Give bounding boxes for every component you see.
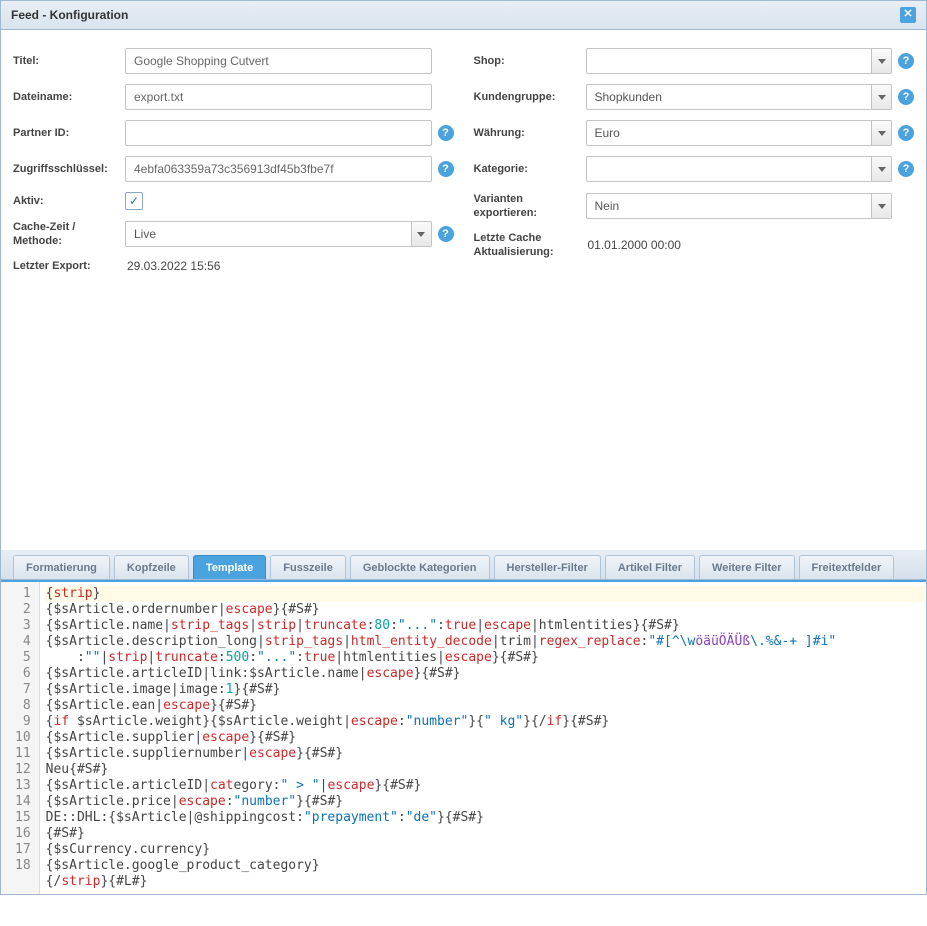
zugriff-input[interactable] <box>125 156 432 182</box>
zugriff-label: Zugriffsschlüssel: <box>13 162 117 176</box>
help-icon[interactable]: ? <box>438 125 454 141</box>
shop-select[interactable] <box>586 48 893 74</box>
help-icon[interactable]: ? <box>898 53 914 69</box>
chevron-down-icon[interactable] <box>871 157 891 181</box>
tab-weitere[interactable]: Weitere Filter <box>699 555 795 579</box>
partner-input[interactable] <box>125 120 432 146</box>
tab-artikel[interactable]: Artikel Filter <box>605 555 695 579</box>
kunden-value: Shopkunden <box>587 90 872 104</box>
aktiv-checkbox[interactable]: ✓ <box>125 192 143 210</box>
editor-gutter: 123456789101112131415161718 <box>1 582 40 894</box>
right-column: Shop: ? Kundengruppe: Shopkunden ? <box>474 48 915 546</box>
tab-kopfzeile[interactable]: Kopfzeile <box>114 555 189 579</box>
dateiname-label: Dateiname: <box>13 90 117 104</box>
varianten-label: Varianten exportieren: <box>474 192 578 221</box>
kunden-select[interactable]: Shopkunden <box>586 84 893 110</box>
export-value: 29.03.2022 15:56 <box>125 259 220 273</box>
waehrung-select[interactable]: Euro <box>586 120 893 146</box>
close-icon[interactable]: ✕ <box>900 7 916 23</box>
kategorie-select[interactable] <box>586 156 893 182</box>
cache-label: Cache-Zeit / Methode: <box>13 220 117 249</box>
kategorie-label: Kategorie: <box>474 162 578 176</box>
cache-select[interactable]: Live <box>125 221 432 247</box>
titel-input[interactable] <box>125 48 432 74</box>
chevron-down-icon[interactable] <box>411 222 431 246</box>
cache-value: Live <box>126 227 411 241</box>
chevron-down-icon[interactable] <box>871 85 891 109</box>
tab-template[interactable]: Template <box>193 555 266 579</box>
chevron-down-icon[interactable] <box>871 49 891 73</box>
letzte-cache-label: Letzte Cache Aktualisierung: <box>474 231 578 260</box>
varianten-value: Nein <box>587 199 872 213</box>
waehrung-label: Währung: <box>474 126 578 140</box>
form-body: Titel: Dateiname: Partner ID: ? <box>1 30 926 550</box>
titel-label: Titel: <box>13 54 117 68</box>
kunden-label: Kundengruppe: <box>474 90 578 104</box>
tab-formatierung[interactable]: Formatierung <box>13 555 110 579</box>
feed-config-window: Feed - Konfiguration ✕ Titel: Dateiname: <box>0 0 927 895</box>
chevron-down-icon[interactable] <box>871 121 891 145</box>
help-icon[interactable]: ? <box>438 161 454 177</box>
waehrung-value: Euro <box>587 126 872 140</box>
titlebar: Feed - Konfiguration ✕ <box>1 1 926 30</box>
help-icon[interactable]: ? <box>898 161 914 177</box>
tab-fusszeile[interactable]: Fusszeile <box>270 555 346 579</box>
help-icon[interactable]: ? <box>438 226 454 242</box>
export-label: Letzter Export: <box>13 259 117 273</box>
left-column: Titel: Dateiname: Partner ID: ? <box>13 48 454 546</box>
aktiv-label: Aktiv: <box>13 194 117 208</box>
window-title: Feed - Konfiguration <box>11 8 128 22</box>
tab-freitext[interactable]: Freitextfelder <box>799 555 895 579</box>
chevron-down-icon[interactable] <box>871 194 891 218</box>
editor-code[interactable]: {strip}{$sArticle.ordernumber|escape}{#S… <box>40 582 926 894</box>
letzte-cache-value: 01.01.2000 00:00 <box>586 238 681 252</box>
help-icon[interactable]: ? <box>898 89 914 105</box>
tab-hersteller[interactable]: Hersteller-Filter <box>494 555 601 579</box>
varianten-select[interactable]: Nein <box>586 193 893 219</box>
template-editor[interactable]: 123456789101112131415161718 {strip}{$sAr… <box>1 580 926 894</box>
tabbar: Formatierung Kopfzeile Template Fusszeil… <box>1 550 926 580</box>
partner-label: Partner ID: <box>13 126 117 140</box>
shop-label: Shop: <box>474 54 578 68</box>
tab-geblockte[interactable]: Geblockte Kategorien <box>350 555 490 579</box>
dateiname-input[interactable] <box>125 84 432 110</box>
help-icon[interactable]: ? <box>898 125 914 141</box>
